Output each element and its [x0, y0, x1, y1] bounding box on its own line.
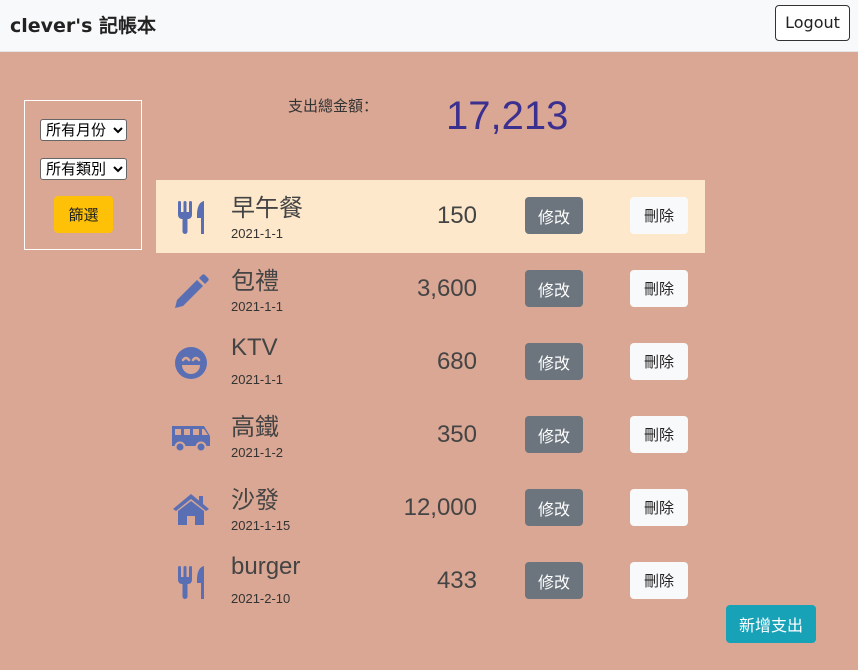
logout-button[interactable]: Logout — [775, 5, 850, 41]
record-amount: 3,600 — [416, 275, 477, 302]
record-row: KTV 2021-1-1 680 修改 刪除 — [156, 326, 705, 399]
navbar: clever's 記帳本 Logout — [0, 0, 858, 52]
record-date: 2021-2-10 — [231, 591, 291, 606]
record-amount: 433 — [436, 567, 477, 594]
record-name: 沙發 — [231, 487, 279, 514]
home-icon — [171, 489, 211, 529]
record-date: 2021-1-2 — [231, 445, 284, 460]
delete-button[interactable]: 刪除 — [630, 197, 688, 234]
total-label: 支出總金額： — [288, 97, 379, 115]
record-row: burger 2021-2-10 433 修改 刪除 — [156, 545, 705, 618]
delete-button[interactable]: 刪除 — [630, 270, 688, 307]
filter-panel: 所有月份 所有類別 篩選 — [24, 100, 142, 250]
edit-button[interactable]: 修改 — [525, 416, 583, 453]
edit-button[interactable]: 修改 — [525, 562, 583, 599]
record-amount: 150 — [436, 202, 477, 229]
record-name: 早午餐 — [231, 195, 303, 222]
delete-button[interactable]: 刪除 — [630, 562, 688, 599]
record-row: 沙發 2021-1-15 12,000 修改 刪除 — [156, 472, 705, 545]
utensils-icon — [171, 562, 211, 602]
edit-button[interactable]: 修改 — [525, 343, 583, 380]
total-amount: 17,213 — [446, 94, 569, 138]
smile-icon — [171, 343, 211, 383]
add-expense-button[interactable]: 新增支出 — [726, 605, 816, 643]
edit-button[interactable]: 修改 — [525, 197, 583, 234]
edit-button[interactable]: 修改 — [525, 270, 583, 307]
pencil-icon — [171, 270, 211, 310]
edit-button[interactable]: 修改 — [525, 489, 583, 526]
record-date: 2021-1-15 — [231, 518, 291, 533]
delete-button[interactable]: 刪除 — [630, 416, 688, 453]
month-select[interactable]: 所有月份 — [40, 119, 127, 141]
record-name: KTV — [231, 334, 278, 361]
filter-button[interactable]: 篩選 — [54, 196, 113, 233]
record-amount: 350 — [436, 421, 477, 448]
record-row: 早午餐 2021-1-1 150 修改 刪除 — [156, 180, 705, 253]
category-select[interactable]: 所有類別 — [40, 158, 127, 180]
record-amount: 12,000 — [403, 494, 477, 521]
record-name: burger — [231, 553, 301, 580]
record-date: 2021-1-1 — [231, 299, 284, 314]
record-name: 包禮 — [231, 268, 279, 295]
record-name: 高鐵 — [231, 414, 279, 441]
record-amount: 680 — [436, 348, 477, 375]
delete-button[interactable]: 刪除 — [630, 489, 688, 526]
record-row: 高鐵 2021-1-2 350 修改 刪除 — [156, 399, 705, 472]
record-row: 包禮 2021-1-1 3,600 修改 刪除 — [156, 253, 705, 326]
bus-icon — [171, 416, 211, 456]
record-date: 2021-1-1 — [231, 226, 284, 241]
delete-button[interactable]: 刪除 — [630, 343, 688, 380]
record-date: 2021-1-1 — [231, 372, 284, 387]
brand-title: clever's 記帳本 — [10, 15, 157, 37]
utensils-icon — [171, 197, 211, 237]
